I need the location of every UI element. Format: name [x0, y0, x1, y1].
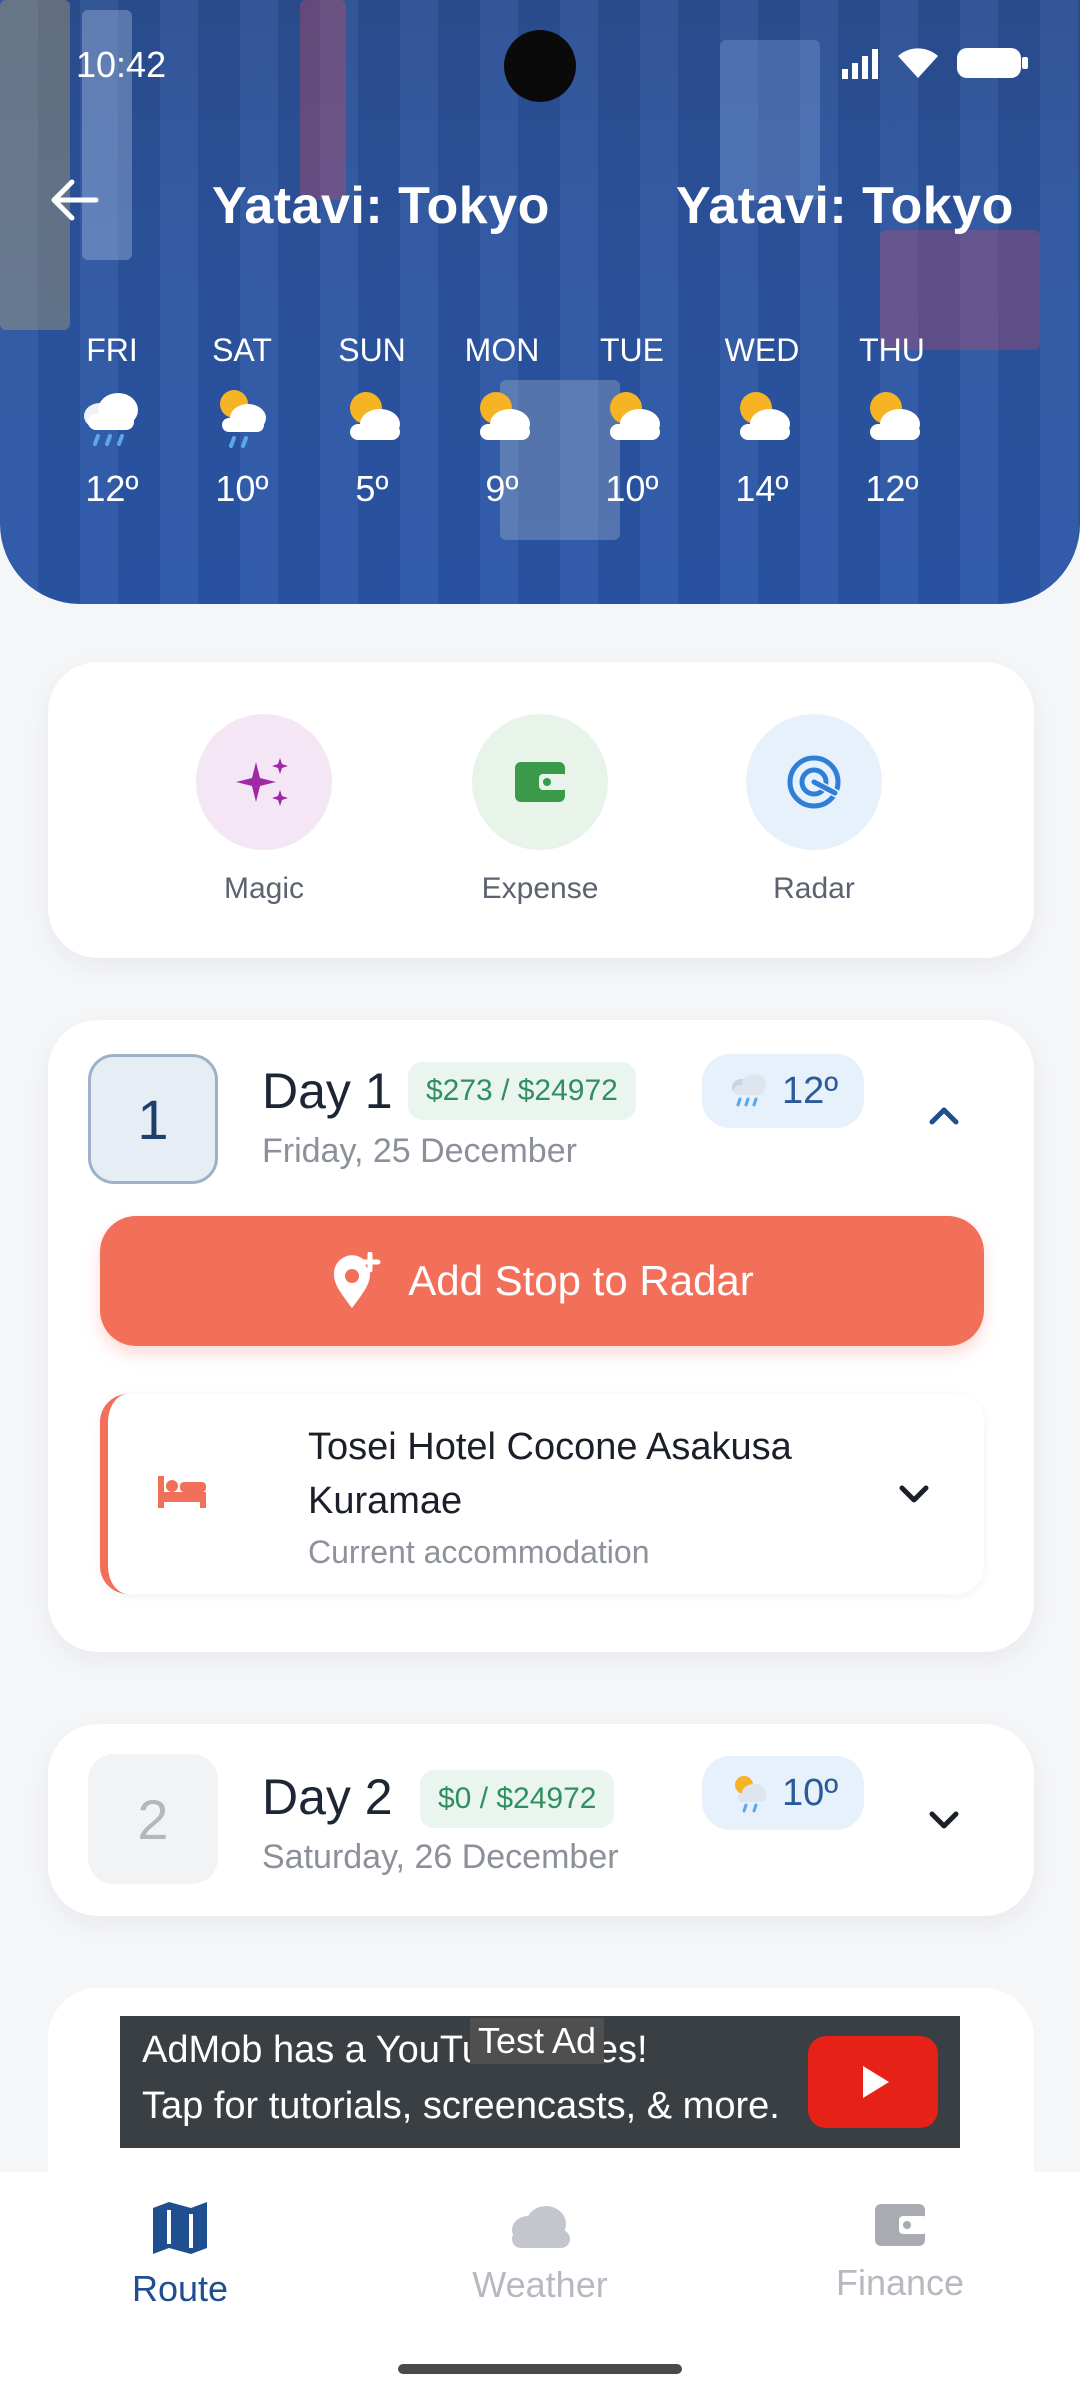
magic-label: Magic: [223, 872, 305, 905]
sun-rain-cloud-icon: [220, 390, 266, 448]
test-ad-label: Test Ad: [470, 2018, 605, 2064]
nav-finance[interactable]: Finance: [790, 2200, 1010, 2304]
forecast-temp: 12º: [85, 468, 139, 509]
chevron-down-icon[interactable]: [892, 1472, 936, 1516]
magic-circle: [196, 714, 332, 850]
forecast-day: SUN 5º: [308, 332, 436, 510]
chevron-down-icon[interactable]: [922, 1798, 966, 1842]
budget-badge: $273 / $24972: [408, 1062, 636, 1120]
forecast-day-name: WED: [724, 332, 800, 368]
add-stop-label: Add Stop to Radar: [408, 1257, 754, 1304]
accommodation-name: Tosei Hotel Cocone Asakusa Kuramae: [308, 1426, 792, 1522]
expense-circle: [472, 714, 608, 850]
day-card-1: 1 Day 1 $273 / $24972 12º Friday, 25 Dec…: [48, 1020, 1034, 1652]
forecast-day-name: TUE: [600, 332, 664, 368]
forecast-day: FRI 12º: [48, 332, 176, 510]
page-title-duplicate: Yatavi: Tokyo: [676, 177, 1014, 235]
day-date: Friday, 25 December: [262, 1132, 577, 1170]
magic-button[interactable]: Magic: [164, 714, 364, 906]
camera-cutout: [504, 30, 576, 102]
forecast-temp: 9º: [485, 468, 519, 509]
forecast-day-name: SAT: [212, 332, 272, 368]
radar-button[interactable]: Radar: [714, 714, 914, 906]
forecast-temp: 5º: [355, 468, 389, 509]
forecast-temp: 14º: [735, 468, 789, 509]
nav-route-label: Route: [131, 2268, 229, 2309]
budget-badge: $0 / $24972: [420, 1770, 615, 1828]
sun-cloud-icon: [870, 392, 920, 440]
forecast-day-name: THU: [859, 332, 925, 368]
nav-finance-label: Finance: [835, 2262, 965, 2303]
forecast-day-name: FRI: [86, 332, 138, 368]
forecast-day: THU 12º: [828, 332, 956, 510]
status-bar: 10:42: [0, 0, 1080, 130]
bed-icon: [158, 1476, 206, 1508]
expense-button[interactable]: Expense: [440, 714, 640, 906]
forecast-temp: 12º: [865, 468, 919, 509]
day-date: Saturday, 26 December: [262, 1838, 619, 1876]
forecast-day: WED 14º: [698, 332, 826, 510]
sun-cloud-icon: [350, 392, 400, 440]
back-arrow-icon[interactable]: [46, 172, 102, 228]
forecast-temp: 10º: [605, 468, 659, 509]
sun-cloud-icon: [610, 392, 660, 440]
rain-cloud-icon: [84, 393, 138, 446]
trip-header: 10:42 Yatavi: Tokyo Yatavi: Tokyo FRI 12…: [0, 0, 1080, 604]
day-weather-chip: 12º: [702, 1054, 865, 1128]
forecast-temp: 10º: [215, 468, 269, 509]
day-number-badge: 2: [88, 1754, 218, 1884]
add-location-icon: [334, 1252, 381, 1308]
wifi-icon: [898, 48, 938, 78]
chevron-up-icon[interactable]: [922, 1094, 966, 1138]
nav-route[interactable]: Route: [70, 2200, 290, 2310]
day-card-2[interactable]: 2 Day 2 $0 / $24972 10º Saturday, 26 Dec…: [48, 1724, 1034, 1916]
day-number-badge: 1: [88, 1054, 218, 1184]
page-title: Yatavi: Tokyo: [212, 177, 550, 235]
nav-weather[interactable]: Weather: [430, 2200, 650, 2306]
home-indicator[interactable]: [398, 2364, 682, 2374]
forecast-day: SAT 10º: [178, 332, 306, 510]
sun-rain-cloud-icon: [735, 1776, 766, 1813]
signal-icon: [842, 49, 878, 79]
expense-label: Expense: [481, 872, 599, 905]
status-time: 10:42: [76, 44, 167, 85]
forecast-day-name: SUN: [338, 332, 406, 368]
radar-circle: [746, 714, 882, 850]
day-weather-temp: 12º: [782, 1069, 839, 1112]
forecast-day: TUE 10º: [568, 332, 696, 510]
nav-weather-label: Weather: [472, 2264, 608, 2305]
sun-cloud-icon: [740, 392, 790, 440]
add-stop-button[interactable]: Add Stop to Radar: [100, 1216, 984, 1346]
day-title: Day 1: [262, 1063, 393, 1119]
wallet-icon: [875, 2204, 927, 2246]
weekly-forecast: FRI 12º SAT 10º SUN 5º MON 9º TUE 10º WE…: [48, 332, 958, 510]
map-icon: [153, 2202, 207, 2254]
sparkles-icon: [236, 758, 288, 806]
radar-label: Radar: [773, 872, 855, 905]
forecast-day: MON 9º: [438, 332, 566, 510]
accommodation-subtitle: Current accommodation: [308, 1534, 650, 1570]
battery-icon: [957, 48, 1028, 78]
quick-actions-card: Magic Expense Radar: [48, 662, 1034, 958]
accommodation-item[interactable]: Tosei Hotel Cocone Asakusa Kuramae Curre…: [100, 1394, 984, 1594]
radar-icon: [787, 755, 841, 809]
youtube-logo-icon: [808, 2036, 938, 2128]
cloud-icon: [512, 2206, 570, 2248]
day-weather-chip: 10º: [702, 1756, 865, 1830]
forecast-day-name: MON: [464, 332, 540, 368]
wallet-icon: [515, 762, 567, 802]
day-weather-temp: 10º: [782, 1771, 839, 1814]
status-icons: [840, 46, 1030, 80]
sun-cloud-icon: [480, 392, 530, 440]
rain-cloud-icon: [732, 1074, 766, 1107]
day-title: Day 2: [262, 1769, 393, 1825]
